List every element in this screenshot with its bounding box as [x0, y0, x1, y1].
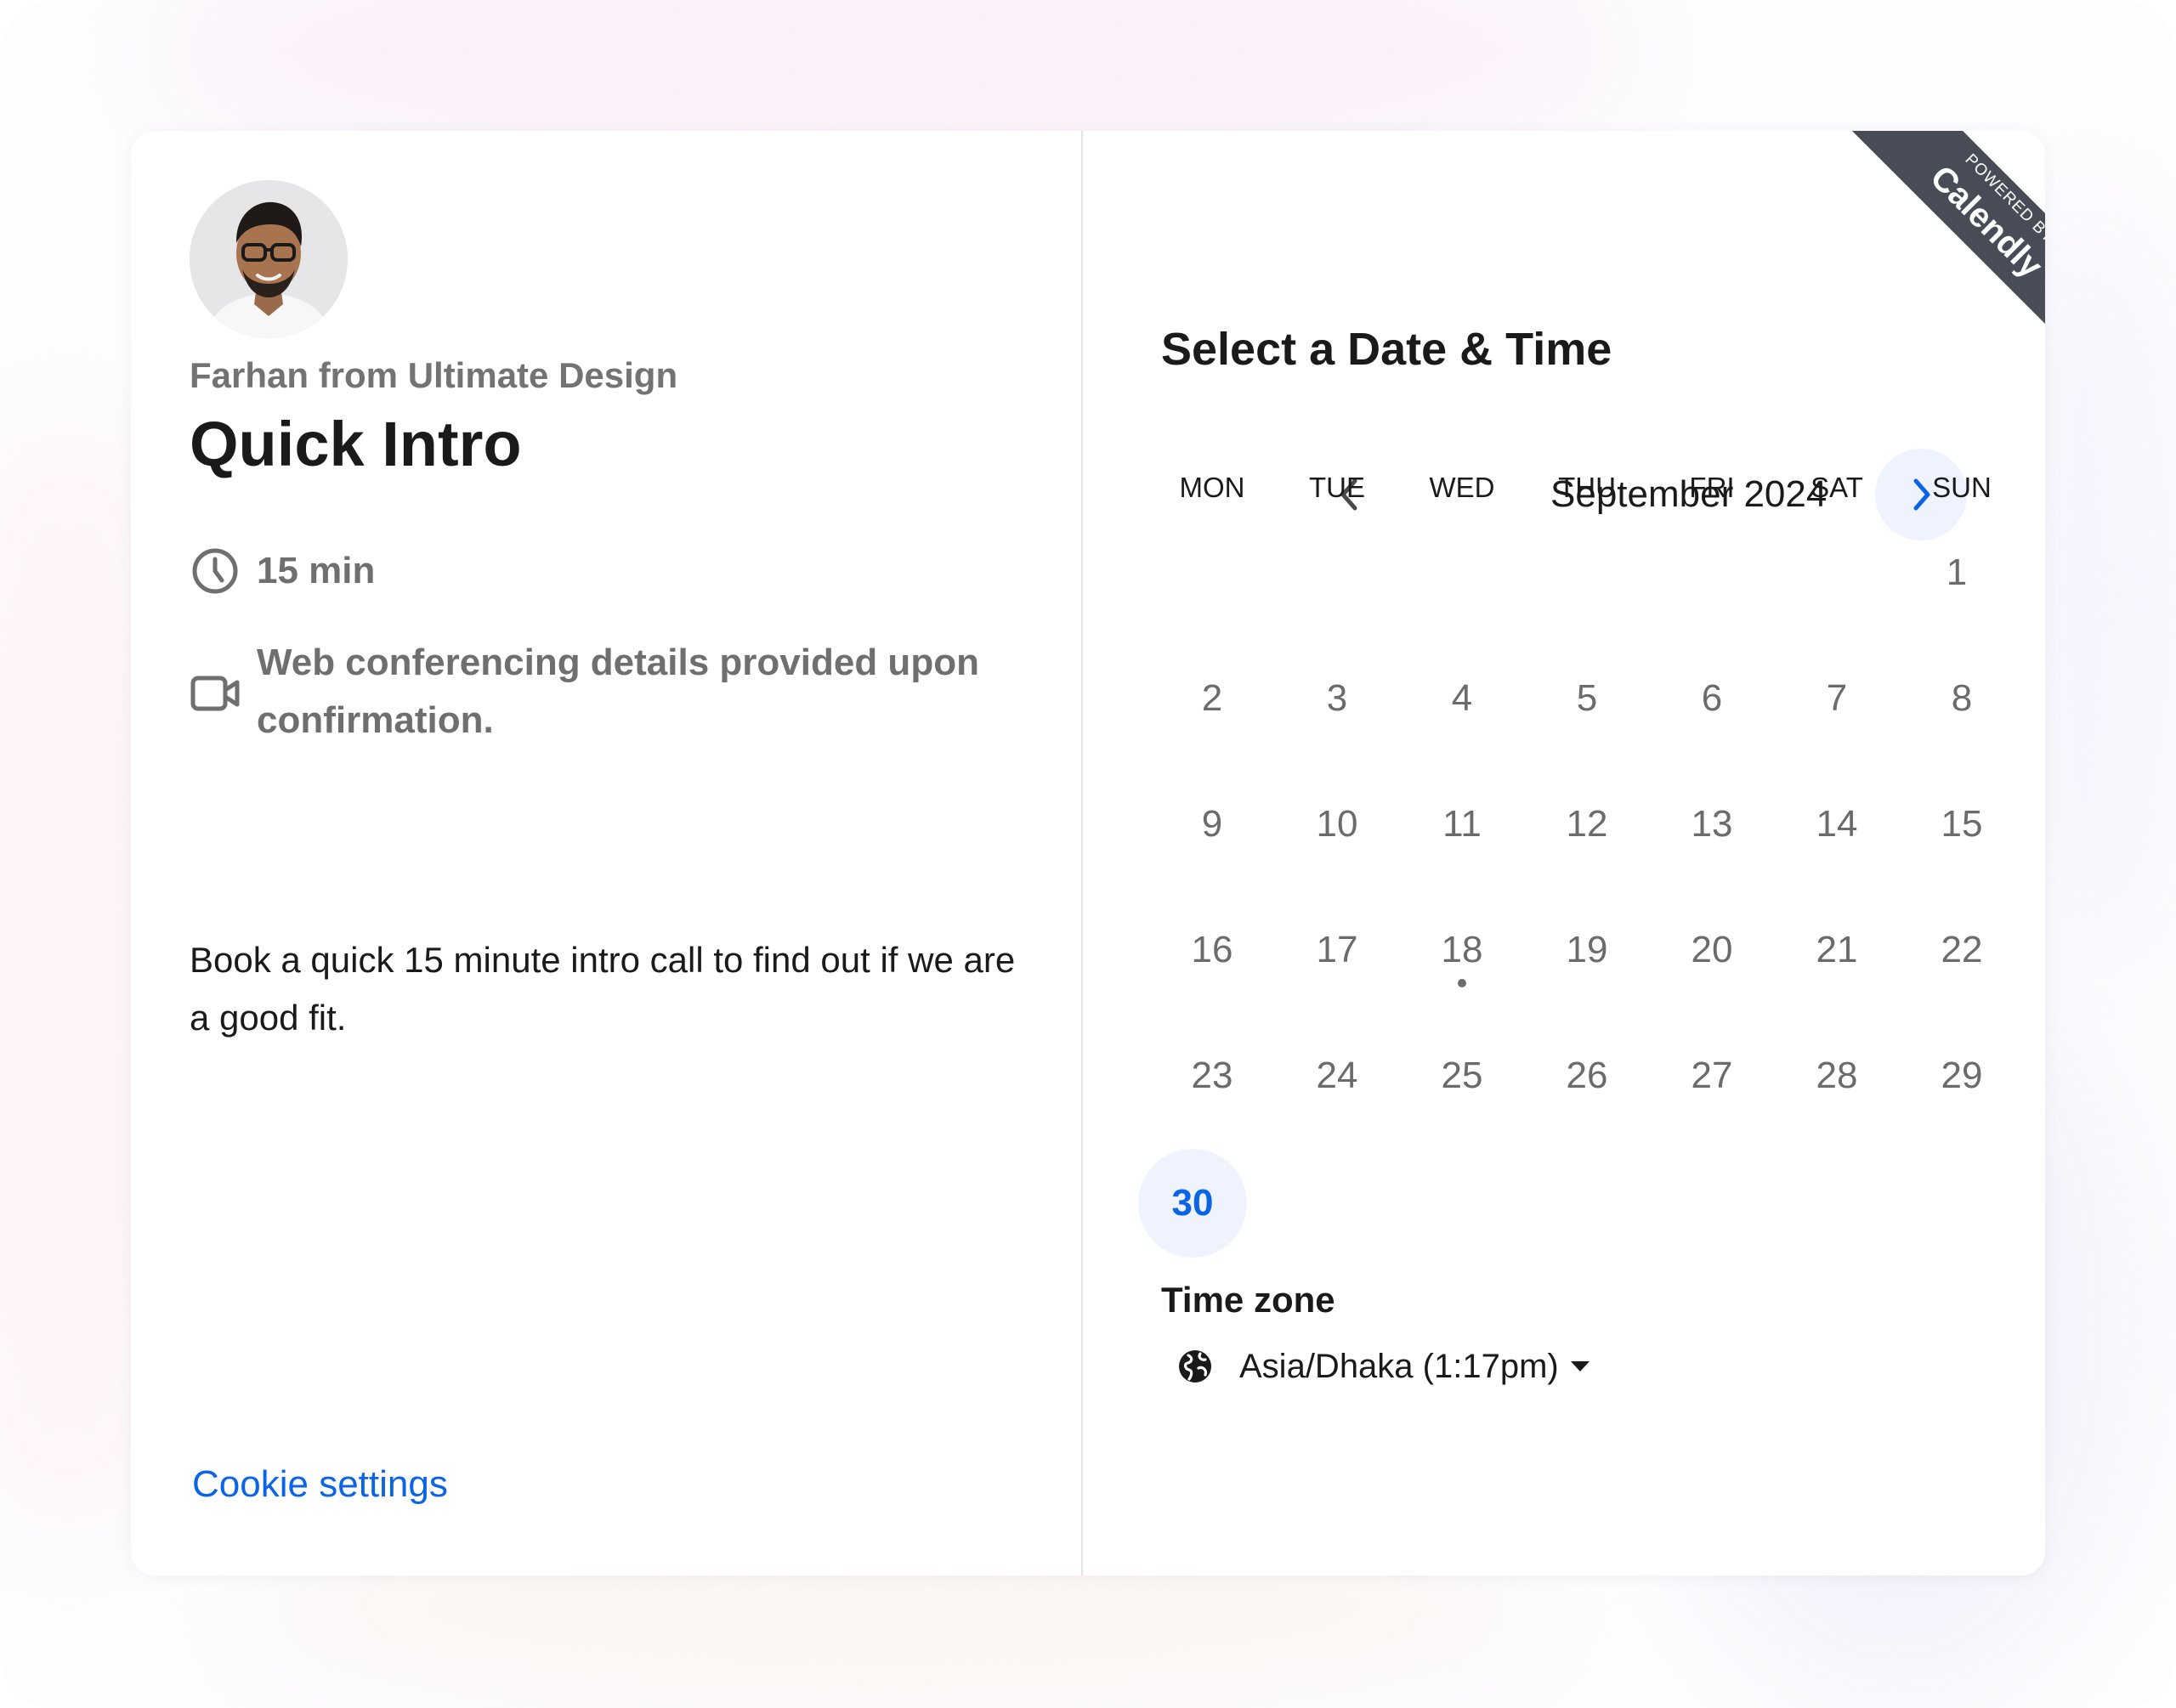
weekday-label: SAT [1810, 472, 1863, 503]
powered-by-calendly-badge[interactable]: POWERED BY Calendly [1824, 131, 2045, 352]
cookie-settings-link[interactable]: Cookie settings [192, 1463, 448, 1506]
globe-icon [1179, 1350, 1211, 1383]
caret-down-icon [1570, 1361, 1590, 1371]
weekday-label: MON [1179, 472, 1245, 503]
timezone-select[interactable]: Asia/Dhaka (1:17pm) [1176, 1341, 1590, 1392]
column-divider [1081, 131, 1083, 1575]
calendar-day: 29 [1941, 1055, 1983, 1096]
calendar-day: 3 [1326, 677, 1348, 719]
calendar-day: 14 [1816, 803, 1858, 845]
event-title: Quick Intro [190, 409, 522, 479]
calendar-day: 9 [1201, 803, 1223, 845]
calendar-day: 19 [1566, 929, 1608, 970]
calendar-day: 15 [1941, 803, 1983, 845]
panel-title: Select a Date & Time [1161, 324, 1612, 375]
calendar-day: 13 [1691, 803, 1733, 845]
duration-text: 15 min [257, 550, 376, 591]
calendar-day: 17 [1316, 929, 1358, 970]
timezone-value: Asia/Dhaka (1:17pm) [1239, 1347, 1559, 1385]
calendar-day: 28 [1816, 1055, 1858, 1096]
calendly-brand: Calendly [1923, 158, 2045, 286]
calendar-day: 21 [1816, 929, 1858, 970]
event-description: Book a quick 15 minute intro call to fin… [190, 940, 1016, 1038]
calendar-day: 23 [1191, 1055, 1233, 1096]
calendar-day: 16 [1191, 929, 1233, 970]
today-indicator-dot [1458, 979, 1466, 987]
calendar-day: 6 [1701, 677, 1723, 719]
weekday-label: FRI [1689, 472, 1735, 503]
calendar-day-available-button[interactable]: 30 [1138, 1149, 1247, 1258]
calendar-day: 26 [1566, 1055, 1608, 1096]
calendar-day: 4 [1451, 677, 1473, 719]
calendar-day: 25 [1441, 1055, 1483, 1096]
weekday-label: WED [1429, 472, 1495, 503]
calendar-day: 8 [1951, 677, 1973, 719]
calendar-day: 24 [1316, 1055, 1358, 1096]
conferencing-row: Web conferencing details provided upon c… [190, 634, 1022, 749]
calendar-day-today: 18 [1408, 896, 1516, 1004]
weekday-label: TUE [1309, 472, 1365, 503]
badge-ribbon: POWERED BY Calendly [1838, 131, 2045, 352]
host-name: Farhan from Ultimate Design [190, 355, 678, 395]
scheduling-card: Farhan from Ultimate Design Quick Intro … [131, 131, 2045, 1575]
weekday-label: SUN [1932, 472, 1992, 503]
calendar-day: 22 [1941, 929, 1983, 970]
calendar-day: 11 [1442, 803, 1482, 845]
timezone-label: Time zone [1161, 1280, 1335, 1320]
calendar-day: 1 [1946, 551, 1968, 593]
calendar-day: 27 [1691, 1055, 1733, 1096]
duration-row: 15 min [190, 546, 375, 597]
clock-icon [190, 546, 241, 597]
avatar [190, 180, 348, 338]
calendar-day: 5 [1576, 677, 1598, 719]
weekday-label: THU [1558, 472, 1616, 503]
profile-photo-icon [190, 180, 348, 338]
calendar-day: 10 [1316, 803, 1358, 845]
page-background: Farhan from Ultimate Design Quick Intro … [0, 0, 2176, 1708]
calendar-day: 2 [1201, 677, 1223, 719]
calendar-day: 20 [1691, 929, 1733, 970]
conferencing-text: Web conferencing details provided upon c… [257, 642, 979, 741]
calendar-day: 7 [1826, 677, 1848, 719]
calendar-day: 12 [1566, 803, 1608, 845]
video-camera-icon [190, 668, 241, 719]
